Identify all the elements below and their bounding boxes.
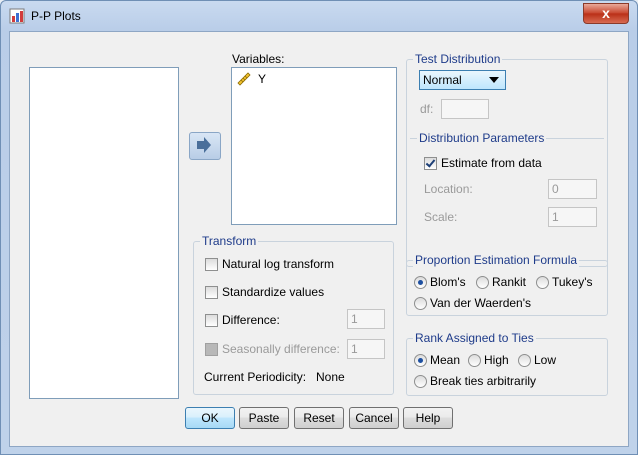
bloms-label: Blom's [430,275,466,289]
pp-plots-dialog: P-P Plots x Variables: Y Transform Natur… [0,0,638,455]
high-label: High [484,353,509,367]
close-icon: x [602,5,610,21]
tukeys-label: Tukey's [552,275,593,289]
dropdown-arrow-icon [489,77,499,83]
close-button[interactable]: x [583,3,629,24]
df-label: df: [420,102,434,116]
estimate-from-data-label: Estimate from data [441,156,542,170]
estimate-from-data-checkbox[interactable] [424,157,437,170]
title-bar: P-P Plots x [1,1,637,31]
proportion-estimation-legend: Proportion Estimation Formula [413,253,580,267]
difference-checkbox[interactable] [205,314,218,327]
low-radio[interactable] [518,354,531,367]
mean-label: Mean [430,353,461,367]
variables-list[interactable]: Y [231,67,397,225]
periodicity-value: None [316,370,345,384]
test-distribution-legend: Test Distribution [413,52,503,66]
pp-plot-app-icon [9,8,25,24]
ruler-scale-icon [237,72,251,86]
paste-button[interactable]: Paste [239,407,289,429]
break-ties-radio[interactable] [414,375,427,388]
bloms-radio[interactable] [414,276,427,289]
cancel-button[interactable]: Cancel [349,407,399,429]
scale-label: Scale: [424,210,458,224]
location-input: 0 [548,179,597,199]
rank-ties-legend: Rank Assigned to Ties [413,331,536,345]
distribution-selected-value: Normal [423,73,462,87]
van-der-waerdens-radio[interactable] [414,297,427,310]
break-ties-label: Break ties arbitrarily [430,374,537,388]
van-der-waerdens-label: Van der Waerden's [430,296,532,310]
difference-input[interactable]: 1 [347,309,385,329]
seasonal-difference-label: Seasonally difference: [222,342,340,356]
standardize-checkbox[interactable] [205,286,218,299]
high-radio[interactable] [468,354,481,367]
variable-name: Y [258,72,267,86]
tukeys-radio[interactable] [536,276,549,289]
move-variable-button[interactable] [189,132,221,160]
natural-log-label: Natural log transform [222,257,335,271]
periodicity-label: Current Periodicity: [204,370,307,384]
window-title: P-P Plots [31,9,81,23]
natural-log-checkbox[interactable] [205,258,218,271]
difference-label: Difference: [222,313,280,327]
distribution-parameters-legend: Distribution Parameters [417,131,547,145]
transform-legend: Transform [200,234,259,248]
variables-label: Variables: [232,52,285,66]
low-label: Low [534,353,557,367]
rankit-radio[interactable] [476,276,489,289]
help-button[interactable]: Help [403,407,453,429]
mean-radio[interactable] [414,354,427,367]
ok-button[interactable]: OK [185,407,235,429]
rankit-label: Rankit [492,275,527,289]
scale-input: 1 [548,207,597,227]
distribution-select[interactable]: Normal [419,70,506,90]
seasonal-difference-checkbox [205,343,218,356]
df-input [441,99,489,119]
seasonal-difference-input: 1 [347,339,385,359]
standardize-label: Standardize values [222,285,325,299]
dialog-client-area: Variables: Y Transform Natural log trans… [9,31,629,447]
reset-button[interactable]: Reset [294,407,344,429]
arrow-right-icon [197,137,211,153]
source-variable-list[interactable] [29,67,179,399]
location-label: Location: [424,182,473,196]
